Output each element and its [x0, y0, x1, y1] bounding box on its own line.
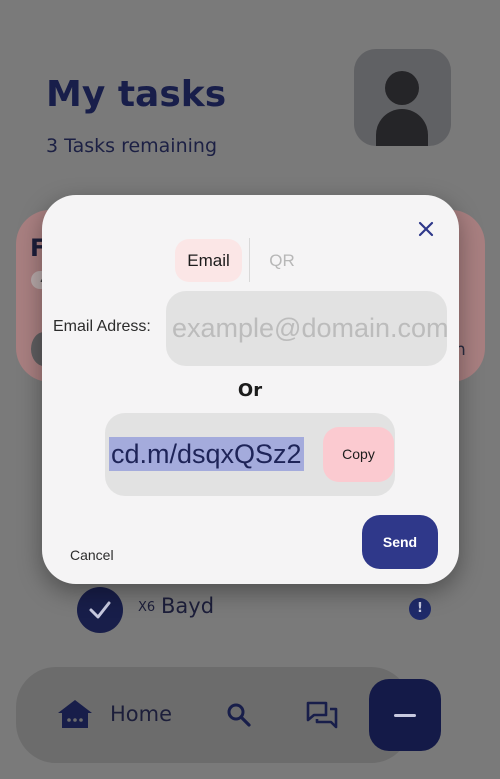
cancel-button[interactable]: Cancel — [70, 547, 114, 563]
fab-button[interactable] — [369, 679, 441, 751]
task-checkbox[interactable] — [77, 587, 123, 633]
info-icon[interactable]: ! — [409, 598, 431, 620]
tab-divider — [249, 238, 250, 282]
page-title: My tasks — [46, 74, 227, 115]
tasks-remaining-text: 3 Tasks remaining — [46, 135, 218, 157]
minus-icon — [394, 714, 416, 717]
search-icon[interactable] — [226, 702, 252, 732]
email-label: Email Adress: — [53, 318, 151, 335]
send-button[interactable]: Send — [362, 515, 438, 569]
user-avatar-body — [376, 109, 428, 146]
copy-button[interactable]: Copy — [323, 427, 394, 482]
chat-icon[interactable] — [306, 701, 338, 735]
tab-email[interactable]: Email — [175, 239, 242, 282]
avatar[interactable] — [354, 49, 451, 146]
or-separator: Or — [237, 380, 263, 401]
nav-home-label[interactable]: Home — [110, 702, 172, 726]
tab-qr[interactable]: QR — [262, 239, 302, 282]
task-multiplier: X6 — [138, 600, 156, 615]
share-link-text[interactable]: cd.m/dsqxQSz2 — [109, 437, 304, 471]
home-icon[interactable] — [56, 698, 94, 734]
task-name: Bayd — [161, 594, 215, 618]
check-icon — [89, 601, 111, 619]
email-field-container — [166, 291, 447, 366]
close-icon — [418, 221, 434, 237]
close-button[interactable] — [411, 214, 441, 244]
email-input[interactable] — [172, 291, 447, 366]
user-avatar-icon — [385, 71, 419, 105]
